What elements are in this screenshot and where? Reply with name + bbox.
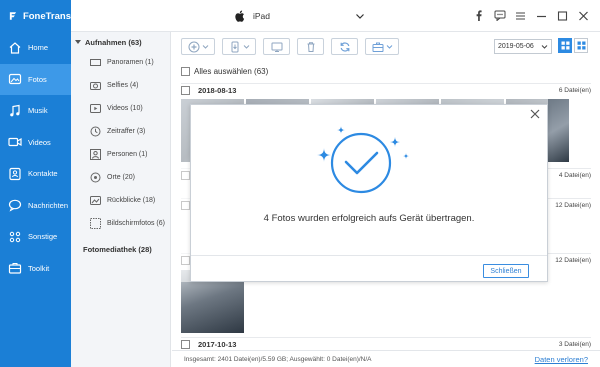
app-title: FoneTrans	[22, 10, 71, 22]
date-group-header: 2017-10-13 3 Datei(en)	[181, 337, 591, 351]
caret-down-icon	[243, 45, 249, 49]
export-to-device-button[interactable]	[222, 38, 256, 55]
view-toggle	[558, 38, 588, 53]
toolbox-icon	[372, 42, 383, 52]
device-selector[interactable]: iPad	[235, 8, 365, 24]
minimize-icon[interactable]	[535, 9, 548, 22]
contacts-icon	[9, 167, 21, 180]
grid-view-button[interactable]	[558, 38, 572, 53]
sidebar: Home Fotos Musik Videos Kontakte Nachric…	[0, 32, 71, 367]
category-panel: Aufnahmen (63) Panoramen (1) Selfies (4)…	[71, 32, 171, 367]
date-filter-select[interactable]: 2019-05-06	[494, 39, 552, 54]
screenshot-icon	[90, 218, 101, 229]
video-icon	[90, 104, 101, 113]
category-header-aufnahmen[interactable]: Aufnahmen (63)	[71, 33, 170, 51]
timelapse-icon	[90, 126, 101, 137]
status-text: Insgesamt: 2401 Datei(en)/5.59 GB; Ausge…	[184, 356, 372, 363]
sidebar-item-label: Toolkit	[28, 263, 50, 273]
toolkit-icon	[8, 263, 22, 274]
sidebar-item-label: Fotos	[28, 74, 47, 84]
select-all[interactable]: Alles auswählen (63)	[181, 67, 268, 76]
close-icon[interactable]	[529, 108, 541, 120]
toolbar	[181, 38, 399, 55]
sidebar-item-label: Musik	[28, 106, 48, 116]
feedback-icon[interactable]	[493, 9, 506, 22]
date-group-header: 2018-08-13 6 Datei(en)	[181, 83, 591, 97]
facebook-icon[interactable]	[472, 9, 485, 22]
sidebar-item-toolkit[interactable]: Toolkit	[0, 253, 71, 285]
camera-icon	[90, 82, 101, 90]
chevron-down-icon	[541, 45, 548, 49]
success-check-icon	[317, 126, 409, 194]
add-icon	[188, 41, 199, 52]
sidebar-item-sonstige[interactable]: Sonstige	[0, 221, 71, 253]
category-item-selfies[interactable]: Selfies (4)	[71, 74, 170, 97]
refresh-button[interactable]	[331, 38, 358, 55]
category-item-rueckblicke[interactable]: Rückblicke (18)	[71, 189, 170, 212]
caret-down-icon	[202, 45, 208, 49]
sidebar-item-label: Sonstige	[28, 232, 58, 242]
trash-icon	[307, 41, 314, 52]
toolbox-button[interactable]	[365, 38, 399, 55]
close-icon[interactable]	[577, 9, 590, 22]
fonetrans-logo-icon	[9, 12, 17, 20]
home-icon	[9, 41, 21, 54]
status-bar: Insgesamt: 2401 Datei(en)/5.59 GB; Ausge…	[172, 350, 600, 367]
category-item-zeitraffer[interactable]: Zeitraffer (3)	[71, 120, 170, 143]
category-item-videos[interactable]: Videos (10)	[71, 97, 170, 120]
apple-icon	[235, 10, 245, 22]
sidebar-item-musik[interactable]: Musik	[0, 95, 71, 127]
triangle-down-icon	[75, 40, 81, 44]
category-item-orte[interactable]: Orte (20)	[71, 166, 170, 189]
dialog-footer: Schließen	[191, 255, 547, 283]
add-button[interactable]	[181, 38, 215, 55]
dialog-message: 4 Fotos wurden erfolgreich aufs Gerät üb…	[263, 213, 475, 224]
panorama-icon	[90, 59, 101, 66]
sidebar-item-label: Home	[28, 43, 49, 53]
device-name: iPad	[253, 11, 271, 21]
category-item-panoramen[interactable]: Panoramen (1)	[71, 51, 170, 74]
phone-export-icon	[231, 41, 238, 52]
category-item-personen[interactable]: Personen (1)	[71, 143, 170, 166]
caret-down-icon	[386, 45, 392, 49]
success-dialog: 4 Fotos wurden erfolgreich aufs Gerät üb…	[190, 104, 548, 282]
person-icon	[90, 149, 101, 160]
music-icon	[10, 104, 20, 117]
group-checkbox[interactable]	[181, 86, 190, 95]
export-to-pc-button[interactable]	[263, 38, 290, 55]
sidebar-item-label: Kontakte	[28, 169, 58, 179]
window-controls	[472, 9, 590, 22]
delete-button[interactable]	[297, 38, 324, 55]
sidebar-item-label: Videos	[28, 137, 51, 147]
sidebar-item-fotos[interactable]: Fotos	[0, 63, 71, 95]
video-icon	[8, 138, 22, 147]
app-brand: FoneTrans	[0, 0, 71, 32]
messages-icon	[8, 199, 22, 212]
memories-icon	[90, 196, 101, 205]
grid-icon	[561, 41, 569, 50]
sidebar-item-videos[interactable]: Videos	[0, 127, 71, 159]
close-dialog-button[interactable]: Schließen	[483, 264, 529, 278]
menu-icon[interactable]	[514, 9, 527, 22]
category-header-fotomediathek[interactable]: Fotomediathek (28)	[71, 239, 170, 259]
category-item-bildschirmfotos[interactable]: Bildschirmfotos (6)	[71, 212, 170, 235]
chevron-down-icon	[356, 14, 364, 19]
sidebar-item-kontakte[interactable]: Kontakte	[0, 158, 71, 190]
large-grid-view-button[interactable]	[574, 38, 588, 53]
data-lost-link[interactable]: Daten verloren?	[535, 355, 588, 364]
refresh-icon	[340, 41, 349, 52]
large-grid-icon	[577, 41, 585, 50]
location-icon	[90, 172, 101, 183]
group-checkbox[interactable]	[181, 340, 190, 349]
sidebar-item-nachrichten[interactable]: Nachrichten	[0, 190, 71, 222]
other-icon	[9, 231, 21, 242]
sidebar-item-label: Nachrichten	[28, 200, 69, 210]
title-bar: FoneTrans iPad	[0, 0, 600, 32]
computer-icon	[271, 42, 282, 52]
select-all-checkbox[interactable]	[181, 67, 190, 76]
maximize-icon[interactable]	[556, 9, 569, 22]
sidebar-item-home[interactable]: Home	[0, 32, 71, 64]
photo-icon	[8, 74, 22, 85]
